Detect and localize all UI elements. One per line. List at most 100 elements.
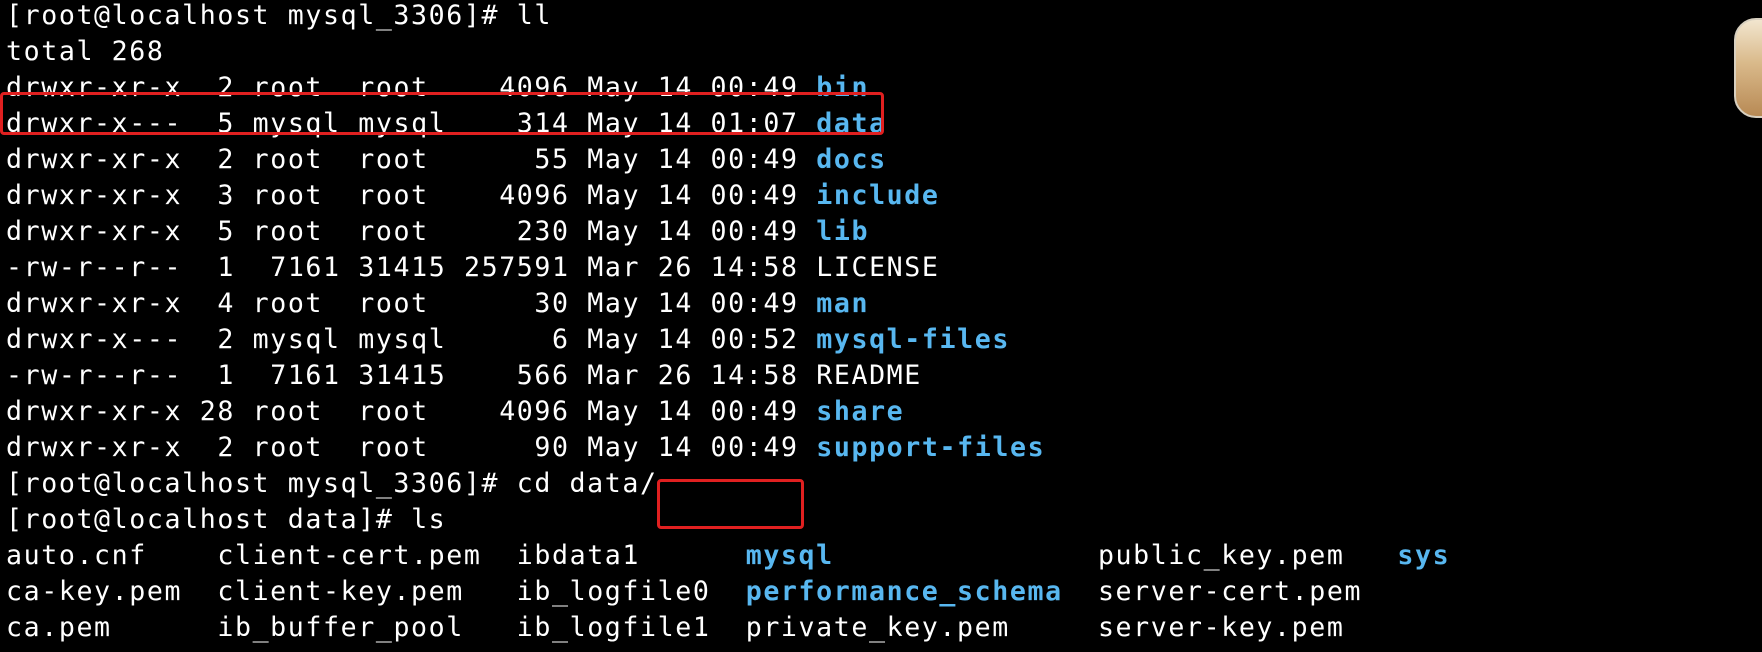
ls-row: ca-key.pem client-key.pem ib_logfile0 pe… — [6, 574, 1450, 610]
prompt-line-ll: [root@localhost mysql_3306]# ll — [6, 0, 1450, 34]
ls-row: auto.cnf client-cert.pem ibdata1 mysql p… — [6, 538, 1450, 574]
size-text: 257591 — [463, 252, 570, 283]
shell-prompt: [root@localhost mysql_3306]# — [6, 0, 517, 31]
directory-name[interactable]: mysql — [746, 540, 834, 571]
date-text: Mar 26 14:58 — [587, 360, 799, 391]
date-text: May 14 00:52 — [587, 324, 799, 355]
command-text: cd data/ — [516, 468, 658, 499]
owner-text: 7161 — [252, 252, 341, 283]
directory-name[interactable]: include — [816, 180, 939, 211]
permissions-text: drwxr-xr-x — [6, 288, 183, 319]
owner-text: root — [252, 432, 341, 463]
listing-row: drwxr-x--- 2 mysql mysql 6 May 14 00:52 … — [6, 322, 1450, 358]
size-text: 90 — [463, 432, 570, 463]
size-text: 4096 — [463, 396, 570, 427]
file-name[interactable]: private_key.pem — [746, 612, 1010, 643]
permissions-text: drwxr-xr-x — [6, 396, 183, 427]
directory-name[interactable]: mysql-files — [816, 324, 1010, 355]
size-text: 6 — [463, 324, 570, 355]
listing-row: -rw-r--r-- 1 7161 31415 566 Mar 26 14:58… — [6, 358, 1450, 394]
owner-text: root — [252, 288, 341, 319]
avatar-icon — [1734, 18, 1762, 118]
link-count-text: 1 — [199, 360, 235, 391]
command-text: ll — [516, 0, 552, 31]
size-text: 55 — [463, 144, 570, 175]
permissions-text: -rw-r--r-- — [6, 252, 183, 283]
directory-name[interactable]: performance_schema — [746, 576, 1063, 607]
file-name[interactable]: ca.pem — [6, 612, 112, 643]
group-text: root — [358, 180, 447, 211]
owner-text: root — [252, 396, 341, 427]
link-count-text: 2 — [199, 324, 235, 355]
permissions-text: drwxr-xr-x — [6, 180, 183, 211]
file-name[interactable]: auto.cnf — [6, 540, 147, 571]
date-text: Mar 26 14:58 — [587, 252, 799, 283]
highlight-box-mysql-dir — [657, 479, 804, 529]
file-name[interactable]: public_key.pem — [1098, 540, 1345, 571]
total-line: total 268 — [6, 36, 165, 67]
listing-row: drwxr-xr-x 5 root root 230 May 14 00:49 … — [6, 214, 1450, 250]
owner-text: 7161 — [252, 360, 341, 391]
ls-output: auto.cnf client-cert.pem ibdata1 mysql p… — [6, 538, 1450, 646]
group-text: mysql — [358, 324, 447, 355]
directory-name[interactable]: share — [816, 396, 904, 427]
group-text: root — [358, 144, 447, 175]
file-name[interactable]: ib_buffer_pool — [217, 612, 464, 643]
file-name[interactable]: server-cert.pem — [1098, 576, 1362, 607]
date-text: May 14 00:49 — [587, 432, 799, 463]
permissions-text: -rw-r--r-- — [6, 360, 183, 391]
link-count-text: 2 — [199, 144, 235, 175]
group-text: root — [358, 396, 447, 427]
directory-name[interactable]: docs — [816, 144, 886, 175]
file-name[interactable]: ib_logfile1 — [517, 612, 711, 643]
ls-row: ca.pem ib_buffer_pool ib_logfile1 privat… — [6, 610, 1450, 646]
date-text: May 14 00:49 — [587, 288, 799, 319]
file-name[interactable]: client-key.pem — [217, 576, 464, 607]
date-text: May 14 00:49 — [587, 144, 799, 175]
listing-row: -rw-r--r-- 1 7161 31415 257591 Mar 26 14… — [6, 250, 1450, 286]
listing-row: drwxr-xr-x 3 root root 4096 May 14 00:49… — [6, 178, 1450, 214]
size-text: 230 — [463, 216, 570, 247]
file-name[interactable]: README — [816, 360, 922, 391]
highlight-box-data-row — [0, 92, 884, 135]
listing-row: drwxr-xr-x 4 root root 30 May 14 00:49 m… — [6, 286, 1450, 322]
date-text: May 14 00:49 — [587, 180, 799, 211]
size-text: 566 — [463, 360, 570, 391]
link-count-text: 2 — [199, 432, 235, 463]
listing-row: drwxr-xr-x 2 root root 90 May 14 00:49 s… — [6, 430, 1450, 466]
file-name[interactable]: ca-key.pem — [6, 576, 182, 607]
owner-text: mysql — [252, 324, 341, 355]
link-count-text: 3 — [199, 180, 235, 211]
command-text: ls — [411, 504, 447, 535]
file-name[interactable]: server-key.pem — [1098, 612, 1345, 643]
link-count-text: 28 — [199, 396, 235, 427]
directory-name[interactable]: man — [816, 288, 869, 319]
owner-text: root — [252, 144, 341, 175]
link-count-text: 5 — [199, 216, 235, 247]
owner-text: root — [252, 216, 341, 247]
permissions-text: drwxr-xr-x — [6, 216, 183, 247]
size-text: 30 — [463, 288, 570, 319]
date-text: May 14 00:49 — [587, 396, 799, 427]
listing-row: drwxr-xr-x 28 root root 4096 May 14 00:4… — [6, 394, 1450, 430]
permissions-text: drwxr-xr-x — [6, 432, 183, 463]
group-text: 31415 — [358, 360, 447, 391]
directory-name[interactable]: lib — [816, 216, 869, 247]
shell-prompt: [root@localhost data]# — [6, 504, 412, 535]
file-name[interactable]: client-cert.pem — [217, 540, 481, 571]
listing-row: drwxr-xr-x 2 root root 55 May 14 00:49 d… — [6, 142, 1450, 178]
size-text: 4096 — [463, 180, 570, 211]
shell-prompt: [root@localhost mysql_3306]# — [6, 468, 517, 499]
file-name[interactable]: ib_logfile0 — [517, 576, 711, 607]
file-name[interactable]: ibdata1 — [517, 540, 640, 571]
group-text: root — [358, 288, 447, 319]
link-count-text: 1 — [199, 252, 235, 283]
group-text: root — [358, 216, 447, 247]
date-text: May 14 00:49 — [587, 216, 799, 247]
file-name[interactable]: LICENSE — [816, 252, 939, 283]
link-count-text: 4 — [199, 288, 235, 319]
permissions-text: drwxr-xr-x — [6, 144, 183, 175]
group-text: root — [358, 432, 447, 463]
directory-name[interactable]: sys — [1397, 540, 1450, 571]
directory-name[interactable]: support-files — [816, 432, 1045, 463]
